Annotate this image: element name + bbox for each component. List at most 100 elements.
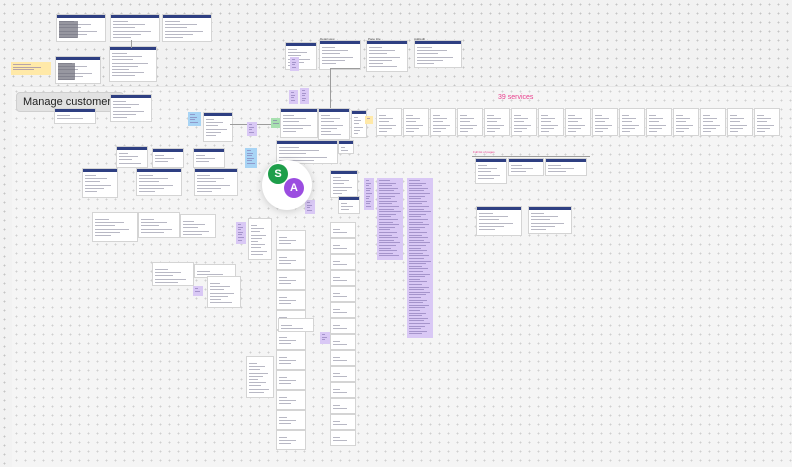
- screen-frame[interactable]: [193, 148, 225, 168]
- screen-frame[interactable]: [136, 168, 182, 196]
- screen-frame[interactable]: [55, 56, 101, 84]
- screen-frame[interactable]: [430, 108, 456, 136]
- screen-frame[interactable]: [318, 108, 350, 140]
- screen-frame[interactable]: [278, 318, 314, 332]
- screen-frame[interactable]: [376, 108, 402, 136]
- screen-frame[interactable]: [138, 212, 180, 238]
- screen-frame[interactable]: [180, 214, 216, 238]
- sticky-note[interactable]: [407, 178, 433, 338]
- screen-frame[interactable]: [276, 290, 306, 310]
- screen-frame[interactable]: [592, 108, 618, 136]
- frame-line: [406, 124, 424, 126]
- screen-frame[interactable]: [82, 168, 118, 198]
- screen-frame[interactable]: [276, 370, 306, 390]
- sticky-note[interactable]: [11, 62, 51, 75]
- avatar[interactable]: A: [284, 178, 304, 198]
- screen-frame[interactable]: [330, 170, 358, 198]
- screen-frame[interactable]: [646, 108, 672, 136]
- screen-frame[interactable]: [457, 108, 483, 136]
- screen-frame[interactable]: [565, 108, 591, 136]
- screen-frame[interactable]: [330, 238, 356, 254]
- sticky-note[interactable]: [305, 200, 315, 214]
- screen-frame[interactable]: [330, 430, 356, 446]
- frame-line: [531, 229, 547, 230]
- screen-frame[interactable]: [508, 158, 544, 176]
- screen-frame[interactable]: [276, 250, 306, 270]
- sticky-note[interactable]: [236, 222, 246, 244]
- screen-frame[interactable]: [338, 140, 354, 154]
- note-line: [409, 328, 421, 330]
- screen-frame[interactable]: [162, 14, 212, 42]
- screen-frame[interactable]: [484, 108, 510, 136]
- screen-frame[interactable]: [545, 158, 587, 176]
- screen-frame[interactable]: [366, 40, 408, 72]
- screen-frame[interactable]: [330, 222, 356, 238]
- sticky-note[interactable]: [193, 286, 203, 296]
- screen-frame[interactable]: [319, 40, 361, 70]
- sticky-note[interactable]: [300, 88, 309, 104]
- screen-frame[interactable]: [276, 270, 306, 290]
- note-line: [409, 195, 426, 197]
- screen-frame[interactable]: [246, 356, 274, 398]
- screen-frame[interactable]: [207, 276, 241, 308]
- screen-frame[interactable]: [110, 14, 160, 42]
- screen-frame[interactable]: [276, 350, 306, 370]
- canvas-section[interactable]: [12, 86, 792, 467]
- screen-frame[interactable]: [351, 110, 367, 138]
- sticky-note[interactable]: [245, 148, 257, 168]
- screen-frame[interactable]: [338, 196, 360, 214]
- screen-frame[interactable]: [330, 286, 356, 302]
- screen-frame[interactable]: [56, 14, 106, 42]
- screen-frame[interactable]: [194, 168, 238, 196]
- screen-frame[interactable]: [330, 334, 356, 350]
- screen-frame[interactable]: [673, 108, 699, 136]
- screen-frame[interactable]: [248, 218, 272, 260]
- screen-frame[interactable]: [528, 206, 572, 234]
- screen-frame[interactable]: [330, 270, 356, 286]
- sticky-note[interactable]: [247, 122, 257, 136]
- screen-frame[interactable]: [511, 108, 537, 136]
- sticky-note[interactable]: [377, 178, 403, 260]
- screen-frame[interactable]: [203, 112, 233, 142]
- screen-frame[interactable]: [92, 212, 138, 242]
- screen-frame[interactable]: [330, 302, 356, 318]
- screen-frame[interactable]: [276, 330, 306, 350]
- frame-line: [333, 357, 340, 358]
- screen-frame[interactable]: [276, 230, 306, 250]
- screen-frame[interactable]: [538, 108, 564, 136]
- screen-frame[interactable]: [330, 318, 356, 334]
- screen-frame[interactable]: [110, 94, 152, 122]
- screen-frame[interactable]: [700, 108, 726, 136]
- sticky-note[interactable]: [320, 332, 330, 344]
- screen-frame[interactable]: [276, 390, 306, 410]
- screen-frame[interactable]: [476, 206, 522, 236]
- screen-frame[interactable]: [330, 382, 356, 398]
- sticky-note[interactable]: [289, 90, 298, 104]
- sticky-note[interactable]: [290, 57, 299, 71]
- screen-frame[interactable]: [754, 108, 780, 136]
- screen-frame[interactable]: [727, 108, 753, 136]
- screen-frame[interactable]: [276, 410, 306, 430]
- screen-frame[interactable]: [403, 108, 429, 136]
- frame-line: [730, 127, 743, 129]
- screen-frame[interactable]: [330, 254, 356, 270]
- screen-frame[interactable]: [109, 46, 157, 82]
- screen-frame[interactable]: [414, 40, 462, 68]
- screen-frame[interactable]: [475, 158, 507, 184]
- screen-frame[interactable]: [330, 398, 356, 414]
- screen-frame[interactable]: [152, 148, 184, 168]
- screen-frame[interactable]: [280, 108, 318, 138]
- sticky-note[interactable]: [364, 178, 374, 210]
- sticky-note[interactable]: [188, 112, 201, 126]
- screen-frame[interactable]: [54, 108, 96, 124]
- screen-frame[interactable]: [330, 414, 356, 430]
- frame-line: [279, 397, 288, 398]
- frame-line: [95, 231, 121, 233]
- screen-frame[interactable]: [330, 366, 356, 382]
- screen-frame[interactable]: [116, 146, 148, 168]
- screen-frame[interactable]: [276, 430, 306, 450]
- sticky-note[interactable]: [365, 116, 373, 124]
- screen-frame[interactable]: [619, 108, 645, 136]
- screen-frame[interactable]: [152, 262, 194, 286]
- screen-frame[interactable]: [330, 350, 356, 366]
